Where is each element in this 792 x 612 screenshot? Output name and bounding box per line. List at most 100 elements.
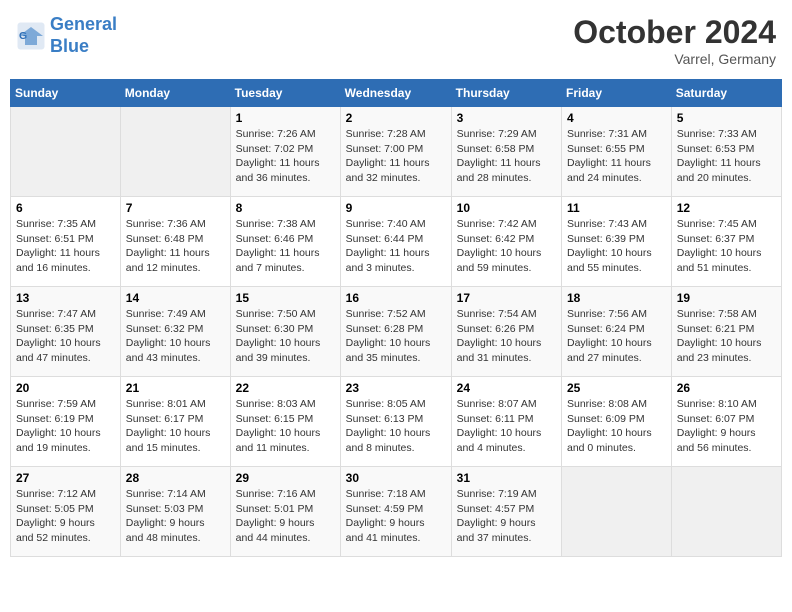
weekday-header: Thursday [451,80,561,107]
logo-text: General [50,14,117,36]
calendar-cell: 31Sunrise: 7:19 AM Sunset: 4:57 PM Dayli… [451,467,561,557]
weekday-header: Friday [562,80,672,107]
cell-content: Sunrise: 7:28 AM Sunset: 7:00 PM Dayligh… [346,127,446,186]
calendar-cell: 10 Sunrise: 7:42 AM Sunset: 6:42 PM Dayli… [451,197,561,287]
calendar-cell: 19 Sunrise: 7:58 AM Sunset: 6:21 PM Dayli… [671,287,781,377]
calendar-table: SundayMondayTuesdayWednesdayThursdayFrid… [10,79,782,557]
calendar-cell: 11 Sunrise: 7:43 AM Sunset: 6:39 PM Dayli… [562,197,672,287]
day-number: 15 [236,291,335,305]
calendar-cell: 30 Sunrise: 7:18 AM Sunset: 4:59 PM Dayli… [340,467,451,557]
calendar-cell: 15 Sunrise: 7:50 AM Sunset: 6:30 PM Dayli… [230,287,340,377]
calendar-cell: 9 Sunrise: 7:40 AM Sunset: 6:44 PM Daylig… [340,197,451,287]
cell-content: Sunrise: 7:16 AM Sunset: 5:01 PM Dayligh… [236,487,335,546]
day-number: 14 [126,291,225,305]
calendar-cell: 27Sunrise: 7:12 AM Sunset: 5:05 PM Dayli… [11,467,121,557]
calendar-cell: 4 Sunrise: 7:31 AM Sunset: 6:55 PM Daylig… [562,107,672,197]
calendar-cell: 29 Sunrise: 7:16 AM Sunset: 5:01 PM Dayli… [230,467,340,557]
weekday-header: Tuesday [230,80,340,107]
cell-content: Sunrise: 7:33 AM Sunset: 6:53 PM Dayligh… [677,127,776,186]
calendar-cell: 5Sunrise: 7:33 AM Sunset: 6:53 PM Daylig… [671,107,781,197]
cell-content: Sunrise: 8:07 AM Sunset: 6:11 PM Dayligh… [457,397,556,456]
cell-content: Sunrise: 7:14 AM Sunset: 5:03 PM Dayligh… [126,487,225,546]
day-number: 10 [457,201,556,215]
weekday-header: Saturday [671,80,781,107]
day-number: 21 [126,381,225,395]
cell-content: Sunrise: 7:42 AM Sunset: 6:42 PM Dayligh… [457,217,556,276]
calendar-cell: 23Sunrise: 8:05 AM Sunset: 6:13 PM Dayli… [340,377,451,467]
cell-content: Sunrise: 7:43 AM Sunset: 6:39 PM Dayligh… [567,217,666,276]
day-number: 28 [126,471,225,485]
cell-content: Sunrise: 7:36 AM Sunset: 6:48 PM Dayligh… [126,217,225,276]
page-header: G General Blue October 2024 Varrel, Germ… [10,10,782,71]
calendar-cell: 21 Sunrise: 8:01 AM Sunset: 6:17 PM Dayli… [120,377,230,467]
day-number: 17 [457,291,556,305]
calendar-cell: 14 Sunrise: 7:49 AM Sunset: 6:32 PM Dayli… [120,287,230,377]
cell-content: Sunrise: 7:26 AM Sunset: 7:02 PM Dayligh… [236,127,335,186]
day-number: 6 [16,201,115,215]
calendar-cell: 8 Sunrise: 7:38 AM Sunset: 6:46 PM Daylig… [230,197,340,287]
logo-icon: G [16,21,46,51]
calendar-week-row: 20 Sunrise: 7:59 AM Sunset: 6:19 PM Dayli… [11,377,782,467]
day-number: 2 [346,111,446,125]
location: Varrel, Germany [573,51,776,67]
day-number: 29 [236,471,335,485]
day-number: 19 [677,291,776,305]
day-number: 20 [16,381,115,395]
day-number: 7 [126,201,225,215]
calendar-cell: 16 Sunrise: 7:52 AM Sunset: 6:28 PM Dayli… [340,287,451,377]
calendar-cell: 18Sunrise: 7:56 AM Sunset: 6:24 PM Dayli… [562,287,672,377]
calendar-cell: 25Sunrise: 8:08 AM Sunset: 6:09 PM Dayli… [562,377,672,467]
calendar-week-row: 1Sunrise: 7:26 AM Sunset: 7:02 PM Daylig… [11,107,782,197]
calendar-cell: 24Sunrise: 8:07 AM Sunset: 6:11 PM Dayli… [451,377,561,467]
cell-content: Sunrise: 7:18 AM Sunset: 4:59 PM Dayligh… [346,487,446,546]
day-number: 4 [567,111,666,125]
cell-content: Sunrise: 7:40 AM Sunset: 6:44 PM Dayligh… [346,217,446,276]
cell-content: Sunrise: 7:58 AM Sunset: 6:21 PM Dayligh… [677,307,776,366]
day-number: 9 [346,201,446,215]
day-number: 8 [236,201,335,215]
cell-content: Sunrise: 7:54 AM Sunset: 6:26 PM Dayligh… [457,307,556,366]
cell-content: Sunrise: 7:49 AM Sunset: 6:32 PM Dayligh… [126,307,225,366]
calendar-cell: 1Sunrise: 7:26 AM Sunset: 7:02 PM Daylig… [230,107,340,197]
cell-content: Sunrise: 8:05 AM Sunset: 6:13 PM Dayligh… [346,397,446,456]
calendar-cell [120,107,230,197]
calendar-cell: 3Sunrise: 7:29 AM Sunset: 6:58 PM Daylig… [451,107,561,197]
cell-content: Sunrise: 8:10 AM Sunset: 6:07 PM Dayligh… [677,397,776,456]
calendar-cell [11,107,121,197]
weekday-header: Monday [120,80,230,107]
logo: G General Blue [16,14,117,57]
cell-content: Sunrise: 8:08 AM Sunset: 6:09 PM Dayligh… [567,397,666,456]
calendar-week-row: 6Sunrise: 7:35 AM Sunset: 6:51 PM Daylig… [11,197,782,287]
cell-content: Sunrise: 7:38 AM Sunset: 6:46 PM Dayligh… [236,217,335,276]
calendar-week-row: 27Sunrise: 7:12 AM Sunset: 5:05 PM Dayli… [11,467,782,557]
calendar-cell [671,467,781,557]
calendar-cell: 12Sunrise: 7:45 AM Sunset: 6:37 PM Dayli… [671,197,781,287]
calendar-cell [562,467,672,557]
month-title: October 2024 [573,14,776,51]
weekday-header: Sunday [11,80,121,107]
calendar-cell: 7 Sunrise: 7:36 AM Sunset: 6:48 PM Daylig… [120,197,230,287]
cell-content: Sunrise: 7:59 AM Sunset: 6:19 PM Dayligh… [16,397,115,456]
day-number: 3 [457,111,556,125]
calendar-cell: 28 Sunrise: 7:14 AM Sunset: 5:03 PM Dayli… [120,467,230,557]
cell-content: Sunrise: 7:56 AM Sunset: 6:24 PM Dayligh… [567,307,666,366]
cell-content: Sunrise: 8:01 AM Sunset: 6:17 PM Dayligh… [126,397,225,456]
day-number: 27 [16,471,115,485]
day-number: 26 [677,381,776,395]
calendar-cell: 2 Sunrise: 7:28 AM Sunset: 7:00 PM Daylig… [340,107,451,197]
calendar-week-row: 13Sunrise: 7:47 AM Sunset: 6:35 PM Dayli… [11,287,782,377]
cell-content: Sunrise: 7:45 AM Sunset: 6:37 PM Dayligh… [677,217,776,276]
cell-content: Sunrise: 7:31 AM Sunset: 6:55 PM Dayligh… [567,127,666,186]
day-number: 31 [457,471,556,485]
day-number: 22 [236,381,335,395]
title-block: October 2024 Varrel, Germany [573,14,776,67]
calendar-cell: 6Sunrise: 7:35 AM Sunset: 6:51 PM Daylig… [11,197,121,287]
calendar-cell: 20 Sunrise: 7:59 AM Sunset: 6:19 PM Dayli… [11,377,121,467]
cell-content: Sunrise: 7:52 AM Sunset: 6:28 PM Dayligh… [346,307,446,366]
cell-content: Sunrise: 7:50 AM Sunset: 6:30 PM Dayligh… [236,307,335,366]
day-number: 13 [16,291,115,305]
day-number: 16 [346,291,446,305]
calendar-cell: 13Sunrise: 7:47 AM Sunset: 6:35 PM Dayli… [11,287,121,377]
day-number: 11 [567,201,666,215]
day-number: 30 [346,471,446,485]
